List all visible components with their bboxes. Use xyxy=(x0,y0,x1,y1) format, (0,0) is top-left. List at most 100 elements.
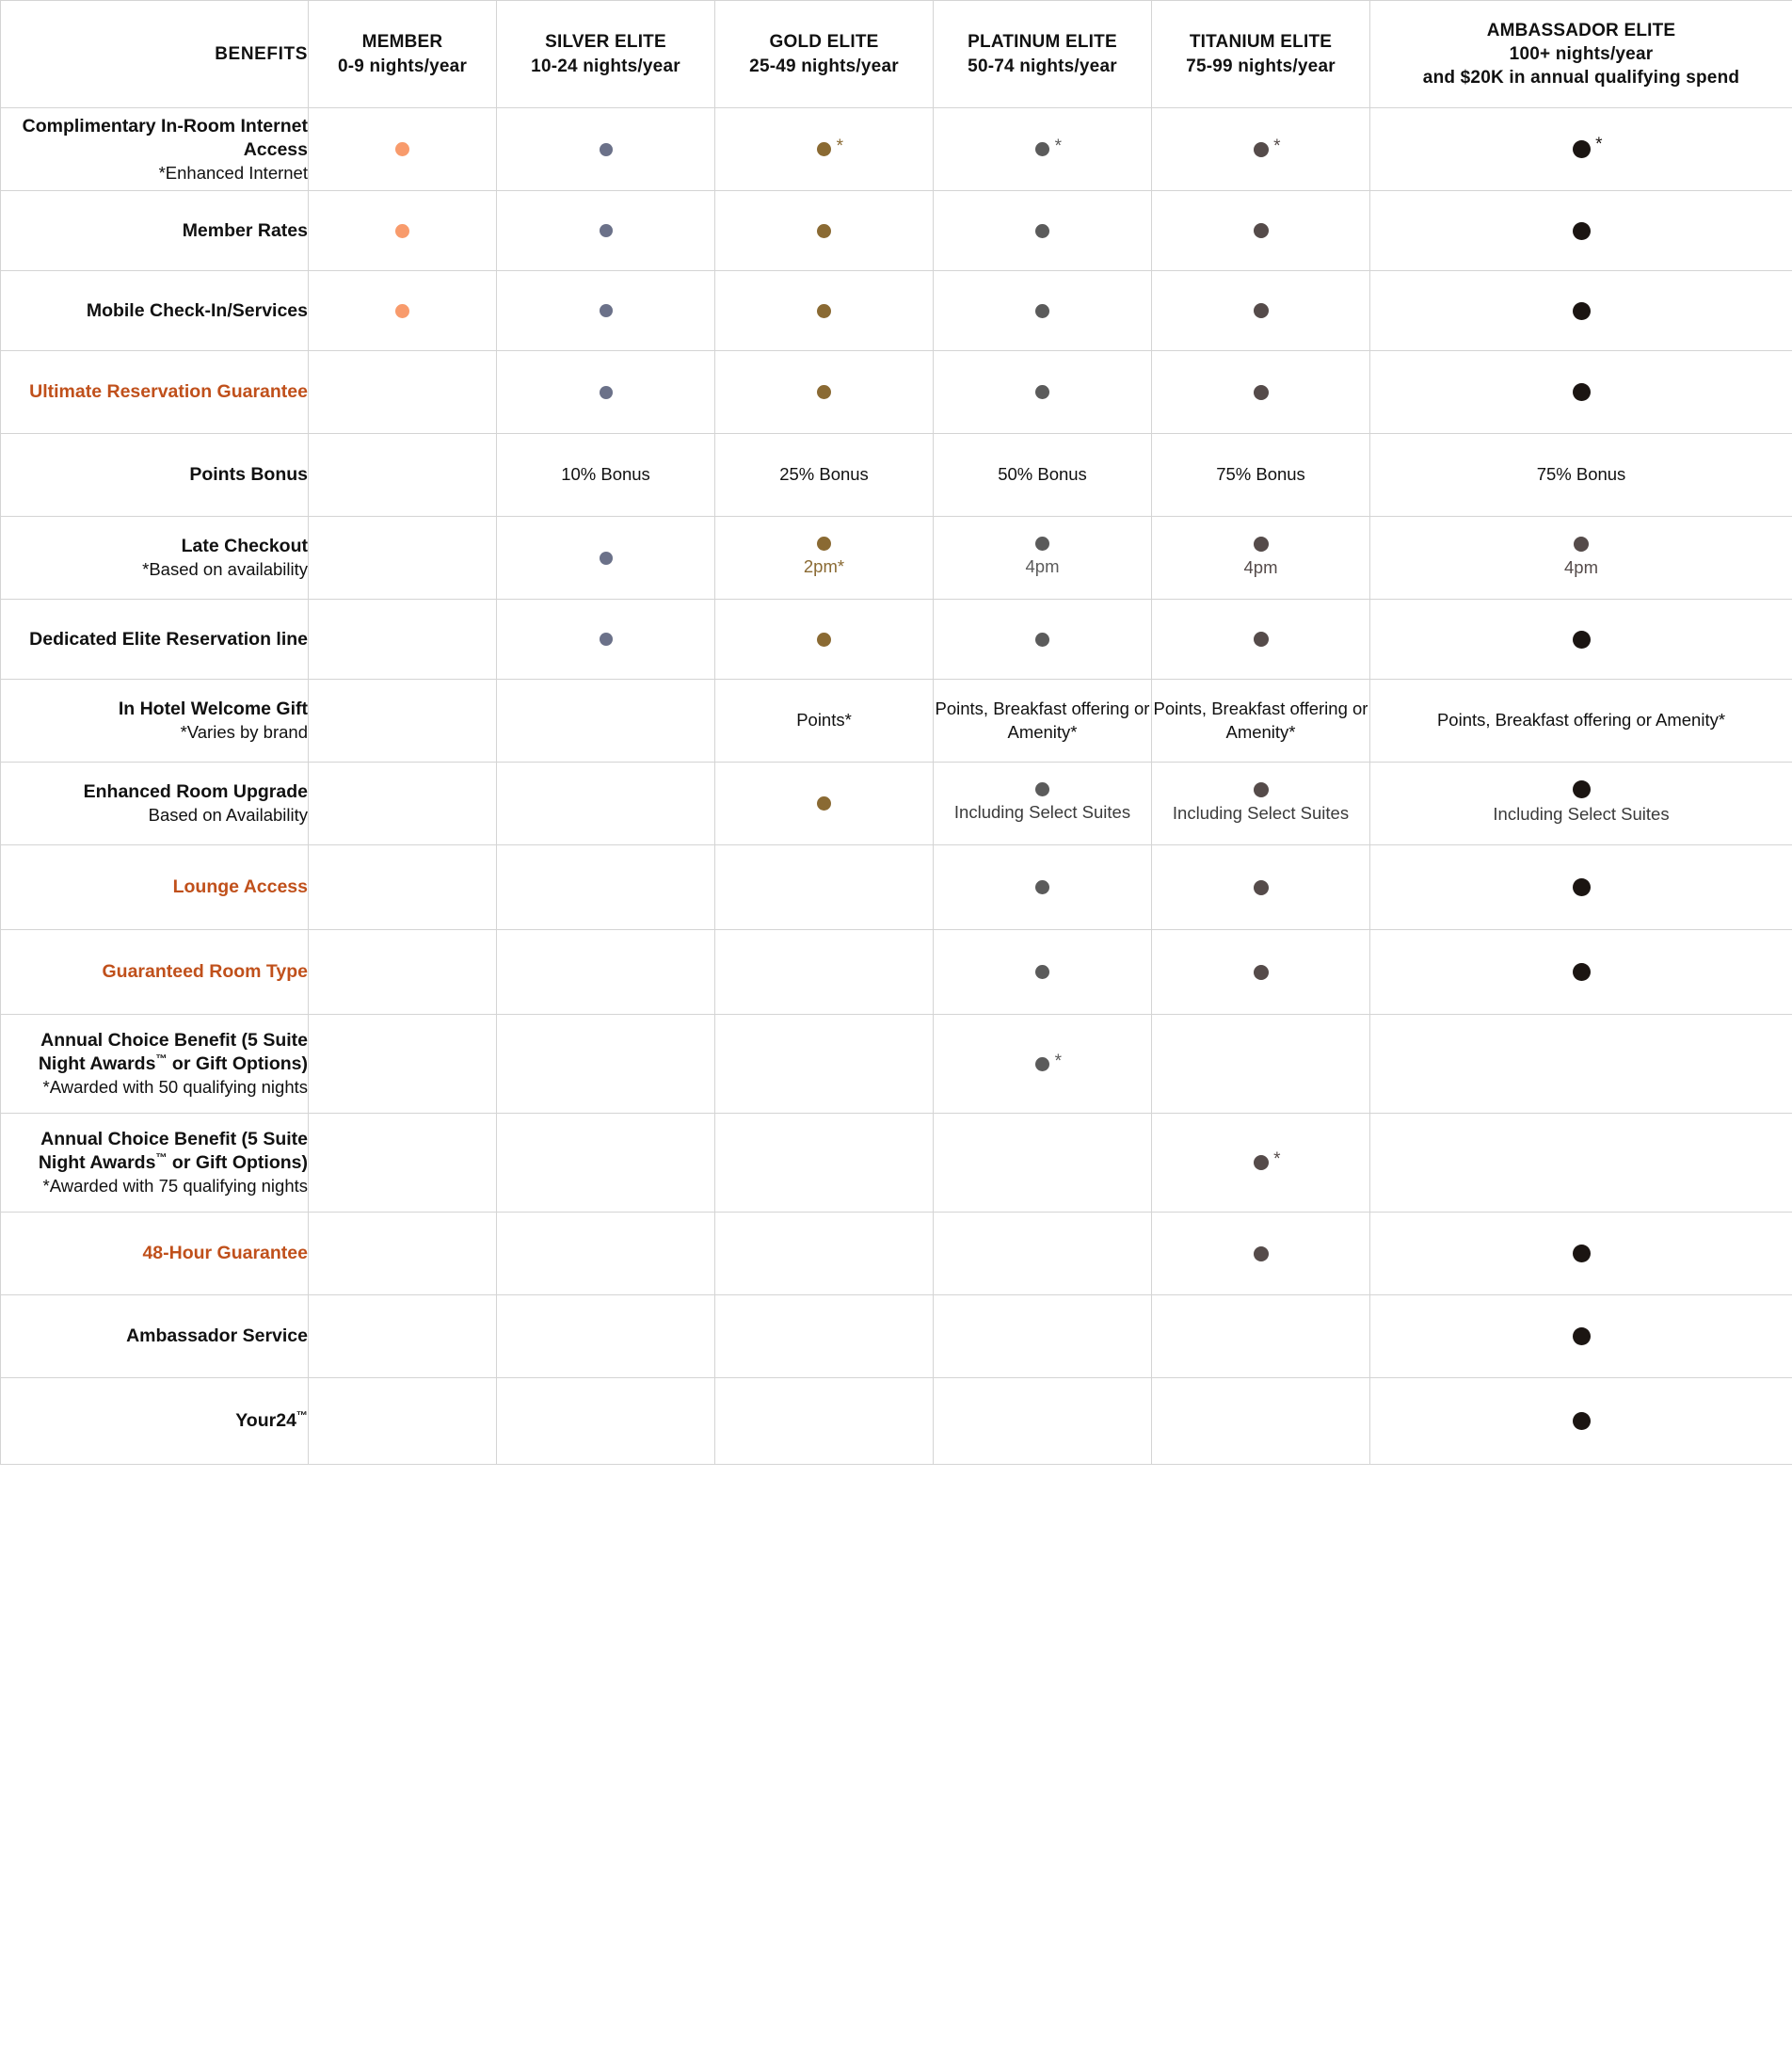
benefit-cell-ambassador xyxy=(1369,350,1792,434)
benefit-included-dot-icon xyxy=(1572,383,1591,401)
benefit-cell-member xyxy=(308,1212,497,1295)
benefit-included-dot-icon xyxy=(1253,536,1269,552)
dot-icon xyxy=(1253,141,1269,157)
cell-content: * xyxy=(715,137,933,156)
benefit-cell-ambassador xyxy=(1369,1212,1792,1295)
benefit-note: *Awarded with 50 qualifying nights xyxy=(42,1077,308,1098)
benefit-cell-gold xyxy=(714,1014,934,1114)
cell-content xyxy=(1370,1327,1792,1345)
benefit-cell-silver xyxy=(496,679,715,763)
table-row: Ultimate Reservation Guarantee xyxy=(0,350,1792,434)
cell-content xyxy=(497,304,714,317)
benefit-included-dot-icon xyxy=(395,223,409,238)
table-row: Annual Choice Benefit (5 Suite Night Awa… xyxy=(0,1113,1792,1213)
cell-content xyxy=(1370,301,1792,320)
benefit-included-dot-icon xyxy=(1572,630,1591,649)
benefit-title: In Hotel Welcome Gift xyxy=(118,699,308,720)
benefit-cell-member xyxy=(308,433,497,517)
benefit-cell-gold xyxy=(714,1294,934,1378)
dot-icon xyxy=(1253,1155,1269,1170)
benefit-cell-silver xyxy=(496,350,715,434)
benefit-cell-titanium xyxy=(1151,1294,1370,1378)
cell-label: 4pm xyxy=(1564,556,1598,577)
table-row: 48-Hour Guarantee xyxy=(0,1212,1792,1295)
cell-label: Including Select Suites xyxy=(1493,804,1670,825)
cell-content xyxy=(1152,223,1369,238)
cell-content xyxy=(309,142,496,156)
benefit-cell-titanium: Including Select Suites xyxy=(1151,762,1370,845)
benefit-cell-titanium xyxy=(1151,190,1370,271)
benefit-title: Ambassador Service xyxy=(126,1325,308,1347)
cell-value-text: 75% Bonus xyxy=(1536,464,1626,485)
benefit-included-dot-icon xyxy=(1035,537,1049,552)
cell-content: 2pm* xyxy=(715,537,933,579)
benefit-label-cell: Late Checkout *Based on availability xyxy=(0,516,309,600)
benefit-label-cell: Points Bonus xyxy=(0,433,309,517)
cell-content: Including Select Suites xyxy=(1370,780,1792,827)
benefit-included-dot-icon xyxy=(1253,1245,1269,1261)
benefit-cell-platinum: 4pm xyxy=(933,516,1152,600)
benefit-cell-silver xyxy=(496,844,715,930)
cell-content xyxy=(309,303,496,318)
benefit-cell-ambassador xyxy=(1369,929,1792,1015)
cell-content xyxy=(497,633,714,646)
benefit-cell-gold xyxy=(714,270,934,351)
benefit-cell-gold: Points* xyxy=(714,679,934,763)
benefit-label-cell: Ultimate Reservation Guarantee xyxy=(0,350,309,434)
tier-name: MEMBER xyxy=(361,32,443,53)
benefit-title: 48-Hour Guarantee xyxy=(142,1243,308,1264)
tier-name: SILVER ELITE xyxy=(545,32,666,53)
dot-icon xyxy=(817,223,831,238)
cell-content xyxy=(715,385,933,399)
benefit-cell-titanium: 4pm xyxy=(1151,516,1370,600)
dot-icon xyxy=(1035,537,1049,552)
cell-value-text: 25% Bonus xyxy=(779,464,869,485)
table-row: Your24™ xyxy=(0,1377,1792,1465)
cell-content: * xyxy=(934,1052,1151,1071)
benefit-label-cell: Annual Choice Benefit (5 Suite Night Awa… xyxy=(0,1113,309,1213)
benefit-cell-member xyxy=(308,516,497,600)
dot-icon xyxy=(1253,632,1269,647)
benefit-included-dot-icon xyxy=(1572,1245,1591,1262)
benefit-included-dot-icon xyxy=(1574,536,1589,552)
dot-icon xyxy=(1253,1245,1269,1261)
benefit-title: Your24™ xyxy=(235,1408,308,1432)
cell-content xyxy=(1152,1245,1369,1261)
cell-content xyxy=(1370,1245,1792,1262)
benefit-cell-gold xyxy=(714,844,934,930)
benefit-cell-gold: 2pm* xyxy=(714,516,934,600)
table-row: Dedicated Elite Reservation line xyxy=(0,599,1792,680)
tier-name: PLATINUM ELITE xyxy=(968,32,1117,53)
cell-content: 4pm xyxy=(934,537,1151,579)
benefit-cell-member xyxy=(308,1377,497,1465)
benefit-cell-member xyxy=(308,599,497,680)
benefit-included-dot-icon xyxy=(599,385,613,399)
dot-icon xyxy=(599,142,613,156)
benefit-cell-ambassador: * xyxy=(1369,107,1792,191)
benefit-label-cell: In Hotel Welcome Gift *Varies by brand xyxy=(0,679,309,763)
benefit-included-dot-icon xyxy=(1253,384,1269,400)
benefit-cell-member xyxy=(308,270,497,351)
dot-icon xyxy=(1253,223,1269,238)
benefit-included-dot-icon: * xyxy=(1035,1052,1062,1071)
cell-content: Including Select Suites xyxy=(1152,781,1369,826)
cell-content xyxy=(934,880,1151,894)
cell-content xyxy=(1370,221,1792,240)
benefit-cell-platinum xyxy=(933,270,1152,351)
benefit-cell-silver xyxy=(496,270,715,351)
dot-icon xyxy=(1035,385,1049,399)
dot-icon xyxy=(1572,140,1591,158)
cell-content xyxy=(715,632,933,647)
table-row: Annual Choice Benefit (5 Suite Night Awa… xyxy=(0,1014,1792,1114)
benefit-cell-titanium xyxy=(1151,1212,1370,1295)
benefit-cell-titanium: * xyxy=(1151,107,1370,191)
benefit-title: Member Rates xyxy=(182,219,308,241)
footnote-asterisk: * xyxy=(836,137,843,156)
benefit-cell-member xyxy=(308,1294,497,1378)
tier-column-header-platinum: PLATINUM ELITE 50-74 nights/year xyxy=(933,0,1152,108)
benefit-included-dot-icon xyxy=(599,551,613,565)
header-row: BENEFITS MEMBER 0-9 nights/year SILVER ELI… xyxy=(0,0,1792,108)
benefit-included-dot-icon xyxy=(1572,301,1591,320)
benefit-included-dot-icon xyxy=(1035,782,1049,797)
cell-content xyxy=(1152,879,1369,895)
